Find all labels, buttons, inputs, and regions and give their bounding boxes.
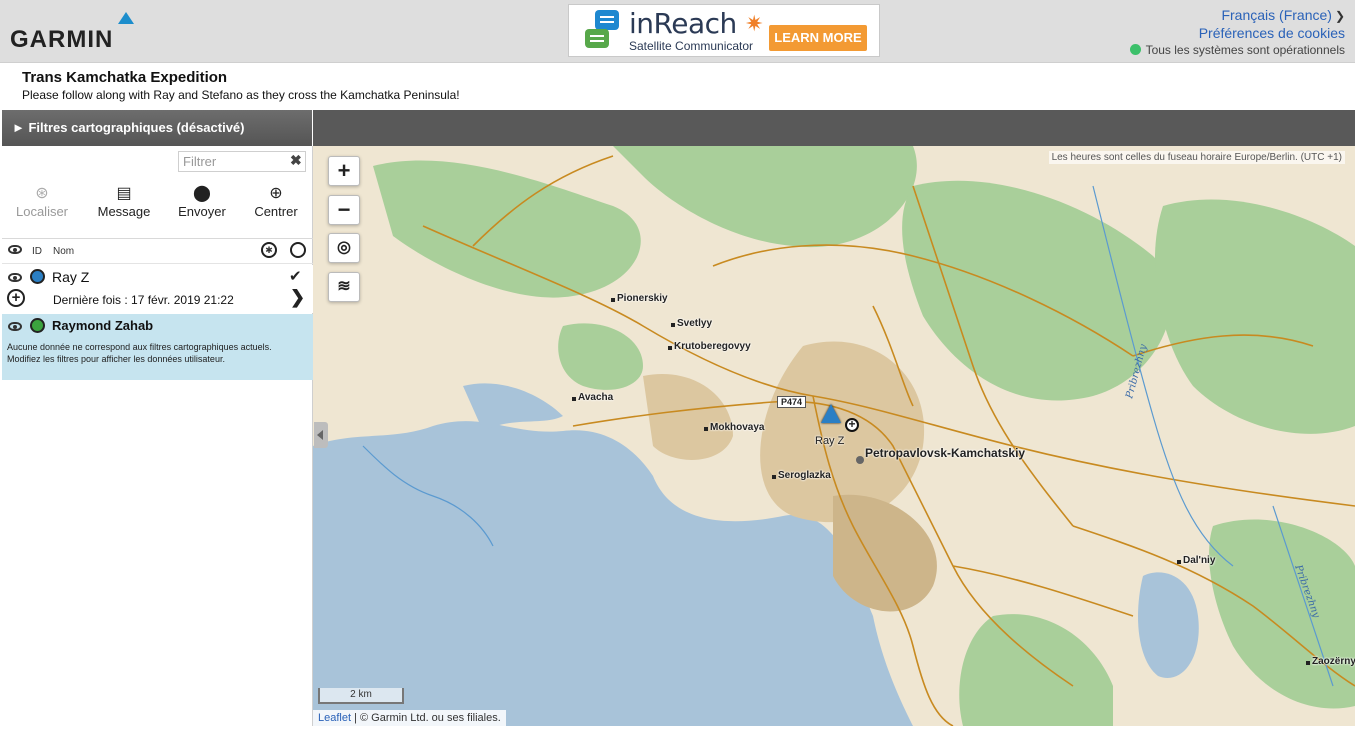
leaflet-link[interactable]: Leaflet [318, 712, 351, 724]
target-icon: ◎ [337, 239, 351, 256]
spark-icon: ✷ [745, 11, 764, 36]
send-label: Envoyer [178, 204, 226, 219]
chat-bubble-icon [585, 29, 609, 48]
place-label: Dal'niy [1176, 555, 1216, 566]
expand-plus-icon[interactable]: + [7, 289, 25, 307]
learn-more-button[interactable]: LEARN MORE [769, 25, 867, 51]
locate-me-button[interactable]: ◎ [328, 233, 360, 263]
place-label: Pionerskiy [611, 293, 668, 304]
place-label: Svetlyy [670, 318, 713, 329]
language-selector[interactable]: Français (France) ❯ [1221, 7, 1345, 23]
user-name: Ray Z [52, 269, 90, 285]
center-button[interactable]: ⊕ Centrer [241, 184, 311, 224]
visibility-eye-icon[interactable] [8, 273, 22, 282]
system-status[interactable]: Tous les systèmes sont opérationnels [1129, 43, 1345, 57]
chevron-right-icon[interactable]: ❯ [290, 287, 305, 308]
user-color-dot [30, 269, 45, 284]
map-pin-icon: ⬤ [193, 185, 211, 202]
clear-icon[interactable]: ✖ [290, 152, 302, 169]
chevron-down-icon: ❯ [1334, 9, 1345, 23]
send-button[interactable]: ⬤ Envoyer [167, 184, 237, 224]
user-name: Raymond Zahab [52, 318, 154, 333]
logo-text: GARMIN [10, 26, 114, 53]
visibility-eye-icon[interactable] [8, 322, 22, 331]
layers-icon: ≋ [337, 278, 351, 295]
no-data-note: Aucune donnée ne correspond aux filtres … [7, 342, 272, 364]
user-row-ray-z[interactable]: Ray Z ✔ + Dernière fois : 17 févr. 2019 … [2, 265, 313, 313]
marker-plus-icon[interactable]: + [845, 418, 859, 432]
map-filters-toggle[interactable]: ► Filtres cartographiques (désactivé) [2, 110, 312, 146]
zoom-in-button[interactable]: + [328, 156, 360, 186]
top-header: GARMIN inReach ✷ Satellite Communicator … [0, 0, 1355, 63]
message-label: Message [97, 204, 151, 219]
place-label: Krutoberegovyy [668, 341, 751, 352]
scale-bar: 2 km [318, 688, 404, 704]
ad-title: inReach [629, 7, 737, 40]
checkmark-icon[interactable]: ✔ [289, 267, 302, 285]
column-name[interactable]: Nom [53, 246, 74, 257]
page-subtitle: Please follow along with Ray and Stefano… [22, 88, 460, 102]
map-view[interactable]: + − ◎ ≋ Les heures sont celles du fuseau… [313, 146, 1355, 726]
garmin-logo[interactable]: GARMIN [10, 12, 145, 54]
status-text: Tous les systèmes sont opérationnels [1145, 43, 1345, 57]
city-label: Petropavlovsk-Kamchatskiy [865, 446, 1026, 460]
place-label: Mokhovaya [703, 422, 765, 433]
logo-triangle-icon [118, 12, 134, 24]
place-label: Avacha [571, 392, 614, 403]
cookie-preferences-link[interactable]: Préférences de cookies [1199, 25, 1345, 41]
page-title-area: Trans Kamchatka Expedition Please follow… [0, 64, 1355, 109]
crosshair-icon: ⊕ [269, 185, 283, 202]
page-title: Trans Kamchatka Expedition [22, 69, 228, 86]
user-row-raymond-zahab[interactable]: Raymond Zahab Aucune donnée ne correspon… [2, 314, 313, 380]
language-label: Français (France) [1221, 7, 1332, 23]
place-label: Seroglazka [772, 470, 831, 481]
layers-button[interactable]: ≋ [328, 272, 360, 302]
inreach-ad-banner[interactable]: inReach ✷ Satellite Communicator LEARN M… [568, 4, 880, 57]
attribution-text: | © Garmin Ltd. ou ses filiales. [351, 712, 501, 724]
map-attribution: Leaflet | © Garmin Ltd. ou ses filiales. [313, 710, 506, 726]
road-shield: P474 [777, 396, 807, 408]
settings-gear-icon[interactable]: ✱ [261, 242, 277, 258]
filter-input[interactable] [178, 151, 306, 172]
message-button[interactable]: ▤ Message [89, 184, 159, 224]
map-toolbar [313, 110, 1355, 146]
ad-subtitle: Satellite Communicator [629, 39, 754, 53]
marker-label: Ray Z [815, 435, 845, 447]
last-seen-text: Dernière fois : 17 févr. 2019 21:22 [53, 293, 234, 307]
locate-label: Localiser [15, 204, 69, 219]
visibility-eye-icon[interactable] [8, 245, 22, 254]
timezone-note: Les heures sont celles du fuseau horaire… [1048, 151, 1345, 164]
locate-button[interactable]: ⊛ Localiser [7, 184, 77, 224]
user-color-dot [30, 318, 45, 333]
status-ok-icon [1129, 44, 1141, 55]
place-label: Zaozërny [1306, 656, 1355, 667]
column-id[interactable]: ID [32, 246, 42, 257]
select-all-circle-icon[interactable] [290, 242, 306, 258]
zoom-out-button[interactable]: − [328, 195, 360, 225]
collapse-panel-handle[interactable] [314, 422, 328, 448]
locate-gear-icon: ⊛ [35, 185, 49, 202]
chat-bubble-icon [595, 10, 619, 30]
users-panel: ✖ ⊛ Localiser ▤ Message ⬤ Envoyer ⊕ Cent… [2, 146, 313, 726]
ray-z-position-marker-icon[interactable] [821, 404, 841, 423]
user-list-header: ID Nom ✱ [2, 238, 313, 264]
city-dot-icon [856, 456, 864, 464]
center-label: Centrer [254, 204, 298, 219]
message-icon: ▤ [116, 185, 132, 202]
